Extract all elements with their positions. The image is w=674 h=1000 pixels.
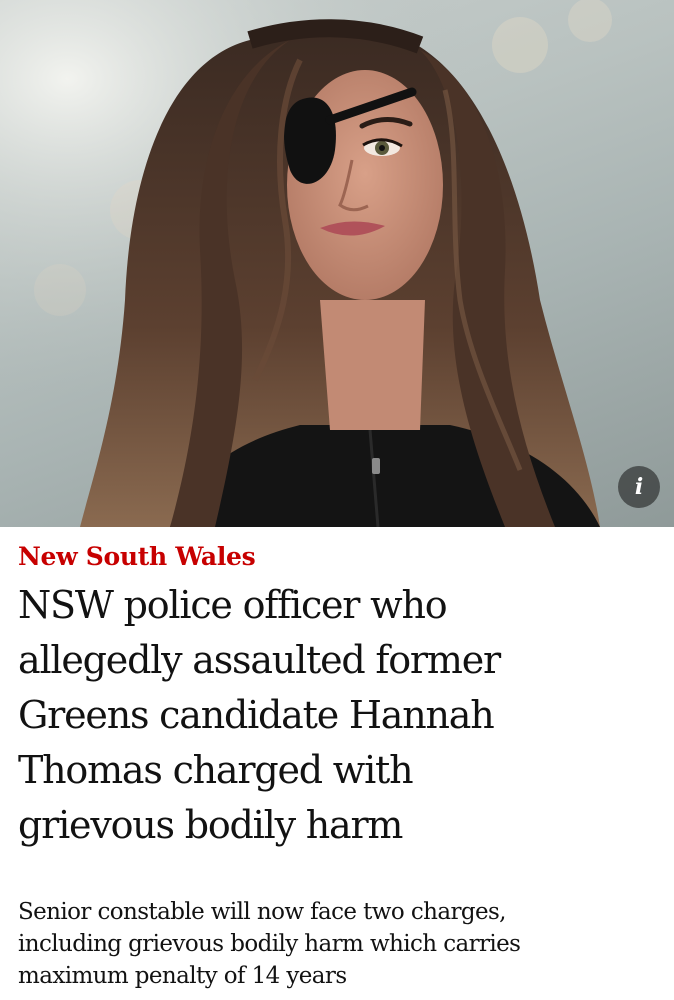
info-icon: i	[634, 474, 644, 500]
headline-line: Greens candidate Hannah	[18, 693, 495, 737]
article-headline: NSW police officer who allegedly assault…	[18, 578, 658, 853]
headline-line: allegedly assaulted former	[18, 638, 501, 682]
article-page: i New South Wales NSW police officer who…	[0, 0, 674, 1000]
article-standfirst: Senior constable will now face two charg…	[18, 896, 658, 992]
image-info-button[interactable]: i	[618, 466, 660, 508]
woman-with-eye-patch-photo	[0, 0, 674, 527]
standfirst-line: maximum penalty of 14 years	[18, 963, 347, 989]
article-photo[interactable]: i	[0, 0, 674, 527]
standfirst-line: including grievous bodily harm which car…	[18, 931, 521, 957]
section-kicker[interactable]: New South Wales	[18, 538, 256, 576]
headline-line: Thomas charged with	[18, 748, 414, 792]
standfirst-line: Senior constable will now face two charg…	[18, 899, 506, 925]
headline-line: NSW police officer who	[18, 583, 448, 627]
headline-line: grievous bodily harm	[18, 803, 403, 847]
